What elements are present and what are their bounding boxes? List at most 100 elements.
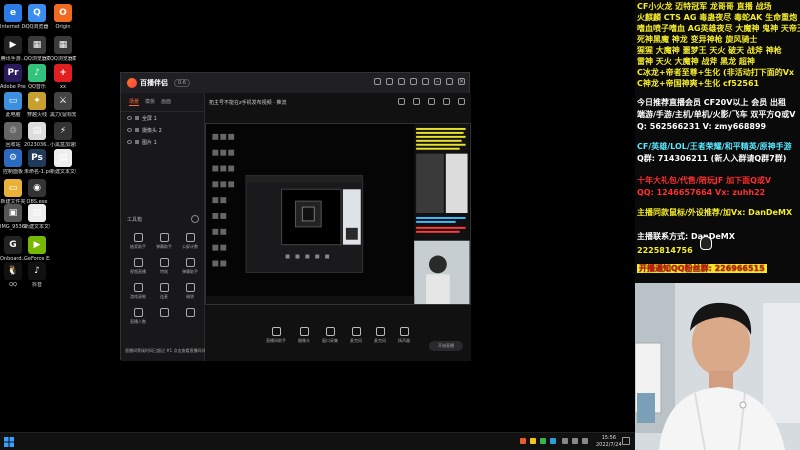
- app-icon: Q: [28, 4, 46, 22]
- toolbox-add-icon[interactable]: [191, 215, 199, 223]
- action-label: 扬声器: [398, 338, 410, 343]
- desktop-icon[interactable]: ▦ QQ浏览器截图2023...: [24, 36, 50, 62]
- desktop-icon[interactable]: Ps 未命名-1.psd: [24, 149, 50, 175]
- ime-icon[interactable]: [582, 438, 588, 444]
- eye-icon[interactable]: [127, 140, 132, 144]
- layout-icon[interactable]: [413, 98, 420, 105]
- bottom-action-button[interactable]: 扬声器: [398, 327, 410, 361]
- desktop-icon[interactable]: ▤ 2023036...: [24, 122, 50, 148]
- toolbox-item[interactable]: [177, 308, 203, 325]
- notification-icon[interactable]: [622, 437, 630, 445]
- lock-icon[interactable]: [135, 140, 139, 144]
- bottom-action-button[interactable]: 麦克风: [374, 327, 386, 361]
- desktop-icon[interactable]: ♪ 抖音: [24, 262, 50, 288]
- avatar-icon[interactable]: [374, 78, 381, 85]
- delete-icon[interactable]: [398, 98, 405, 105]
- tool-icon: [159, 283, 169, 292]
- desktop-icon[interactable]: G Onboard...: [0, 236, 26, 262]
- sound-icon[interactable]: [443, 98, 450, 105]
- desktop-icon[interactable]: + xx: [50, 64, 76, 90]
- toolbox-item[interactable]: 抽奖助手: [125, 233, 151, 250]
- volume-icon[interactable]: [572, 438, 578, 444]
- desktop-icon[interactable]: ♪ QQ音乐: [24, 64, 50, 90]
- toolbox-item[interactable]: 视频直播: [125, 258, 151, 275]
- bottom-action-button[interactable]: 摄像头: [298, 327, 310, 361]
- desktop-icon[interactable]: e Internet Downlo...: [0, 4, 26, 30]
- maximize-icon[interactable]: [446, 78, 453, 85]
- preview-toolbar: [398, 98, 465, 105]
- desktop-icon[interactable]: ▤ 新建文本文档: [50, 149, 76, 175]
- clock-date: 2022/7/24: [596, 442, 622, 448]
- eye-icon[interactable]: [127, 128, 132, 132]
- desktop-icon[interactable]: Pr Adobe Premie...: [0, 64, 26, 90]
- eye-icon[interactable]: [127, 116, 132, 120]
- bottom-action-button[interactable]: 窗口采集: [322, 327, 338, 361]
- toolbox-item[interactable]: 特效: [151, 258, 177, 275]
- stream-preview[interactable]: [205, 123, 471, 305]
- scene-label: 图片 1: [142, 139, 157, 146]
- share-icon[interactable]: [458, 98, 465, 105]
- tray-app-icon[interactable]: [520, 438, 526, 444]
- desktop-icon[interactable]: 🐧 QQ: [0, 262, 26, 288]
- desktop-icon[interactable]: ⚡ 小黑盒加速器: [50, 122, 76, 148]
- scene-item[interactable]: 图片 1: [121, 136, 204, 148]
- desktop-icon[interactable]: ⚔ 黑刀(鼠标宏)...: [50, 92, 76, 118]
- tab-template[interactable]: 模板: [145, 98, 155, 106]
- sidebar-footer-hint[interactable]: 直播间等候时间已超过 #1 点击查看直播间详情: [125, 348, 209, 354]
- tab-screen[interactable]: 画面: [161, 98, 171, 106]
- app-icon: +: [54, 64, 72, 82]
- desktop-icon[interactable]: ◉ OBS.exe: [24, 179, 50, 205]
- gift-icon[interactable]: [398, 78, 405, 85]
- desktop-icon[interactable]: ♲ 回收站: [0, 122, 26, 148]
- close-icon[interactable]: ×: [458, 78, 465, 85]
- desktop-icon[interactable]: ▭ 新建文件夹: [0, 179, 26, 205]
- tray-app-icon[interactable]: [550, 438, 556, 444]
- toolbox-item[interactable]: [151, 308, 177, 325]
- tray-app-icon[interactable]: [530, 438, 536, 444]
- desktop-icon[interactable]: O Origin: [50, 4, 76, 30]
- desktop-icon[interactable]: ⚙ 控制面板: [0, 149, 26, 175]
- app-titlebar[interactable]: 百播伴侣 0.6 – ×: [121, 73, 469, 93]
- toolbox-item[interactable]: 福袋: [177, 283, 203, 300]
- toolbox-item[interactable]: 弹幕助手: [177, 258, 203, 275]
- toolbox-item[interactable]: 弹幕助手: [151, 233, 177, 250]
- desktop-icon[interactable]: ▶GeForce Experience: [24, 236, 50, 262]
- lock-icon[interactable]: [428, 98, 435, 105]
- tool-icon: [159, 308, 169, 317]
- windows-start-icon[interactable]: [4, 437, 14, 447]
- minimize-icon[interactable]: –: [434, 78, 441, 85]
- desktop-icon[interactable]: ▦ QQ浏览器截图2023...: [50, 36, 76, 62]
- desktop-icon[interactable]: ✦ 穿越火线: [24, 92, 50, 118]
- streaming-app-window[interactable]: 百播伴侣 0.6 – × 场景 模板 画面 全屏 1 摄像头 2 图片 1 工具…: [120, 72, 471, 361]
- desktop-icon[interactable]: ▤ 新建文本文档(2).txt: [24, 204, 50, 230]
- scene-item[interactable]: 全屏 1: [121, 112, 204, 124]
- tab-scene[interactable]: 场景: [129, 98, 140, 106]
- toolbox-item[interactable]: 连麦: [151, 283, 177, 300]
- toolbox-item[interactable]: 公屏计数: [177, 233, 203, 250]
- toolbox-item[interactable]: 游戏录制: [125, 283, 151, 300]
- tray-app-icon[interactable]: [540, 438, 546, 444]
- menu-icon[interactable]: [422, 78, 429, 85]
- taskbar-clock[interactable]: 15:56 2022/7/24: [596, 435, 622, 449]
- desktop-icon[interactable]: ▭ 此电脑: [0, 92, 26, 118]
- app-icon: ⚡: [54, 122, 72, 140]
- tool-label: 直播人数: [130, 319, 146, 324]
- toolbox-item[interactable]: 直播人数: [125, 308, 151, 325]
- desktop-icon[interactable]: Q QQ浏览器: [24, 4, 50, 30]
- network-icon[interactable]: [562, 438, 568, 444]
- lock-icon[interactable]: [135, 116, 139, 120]
- desktop-icon-label: 小黑盒加速器: [50, 142, 76, 148]
- message-icon[interactable]: [386, 78, 393, 85]
- bottom-action-button[interactable]: 直播间助手: [266, 327, 286, 361]
- app-icon: ◉: [28, 179, 46, 197]
- settings-icon[interactable]: [410, 78, 417, 85]
- lock-icon[interactable]: [135, 128, 139, 132]
- tool-icon: [185, 258, 195, 267]
- bottom-action-button[interactable]: 麦克风: [350, 327, 362, 361]
- scene-item[interactable]: 摄像头 2: [121, 124, 204, 136]
- desktop-icon[interactable]: ▶ 腾讯手游...: [0, 36, 26, 62]
- desktop-icon[interactable]: ▣ IMG_9536...: [0, 204, 26, 230]
- start-live-button[interactable]: 开始直播: [429, 341, 463, 351]
- app-name: 百播伴侣: [140, 79, 168, 87]
- desktop-icon-label: Adobe Premie...: [0, 84, 26, 90]
